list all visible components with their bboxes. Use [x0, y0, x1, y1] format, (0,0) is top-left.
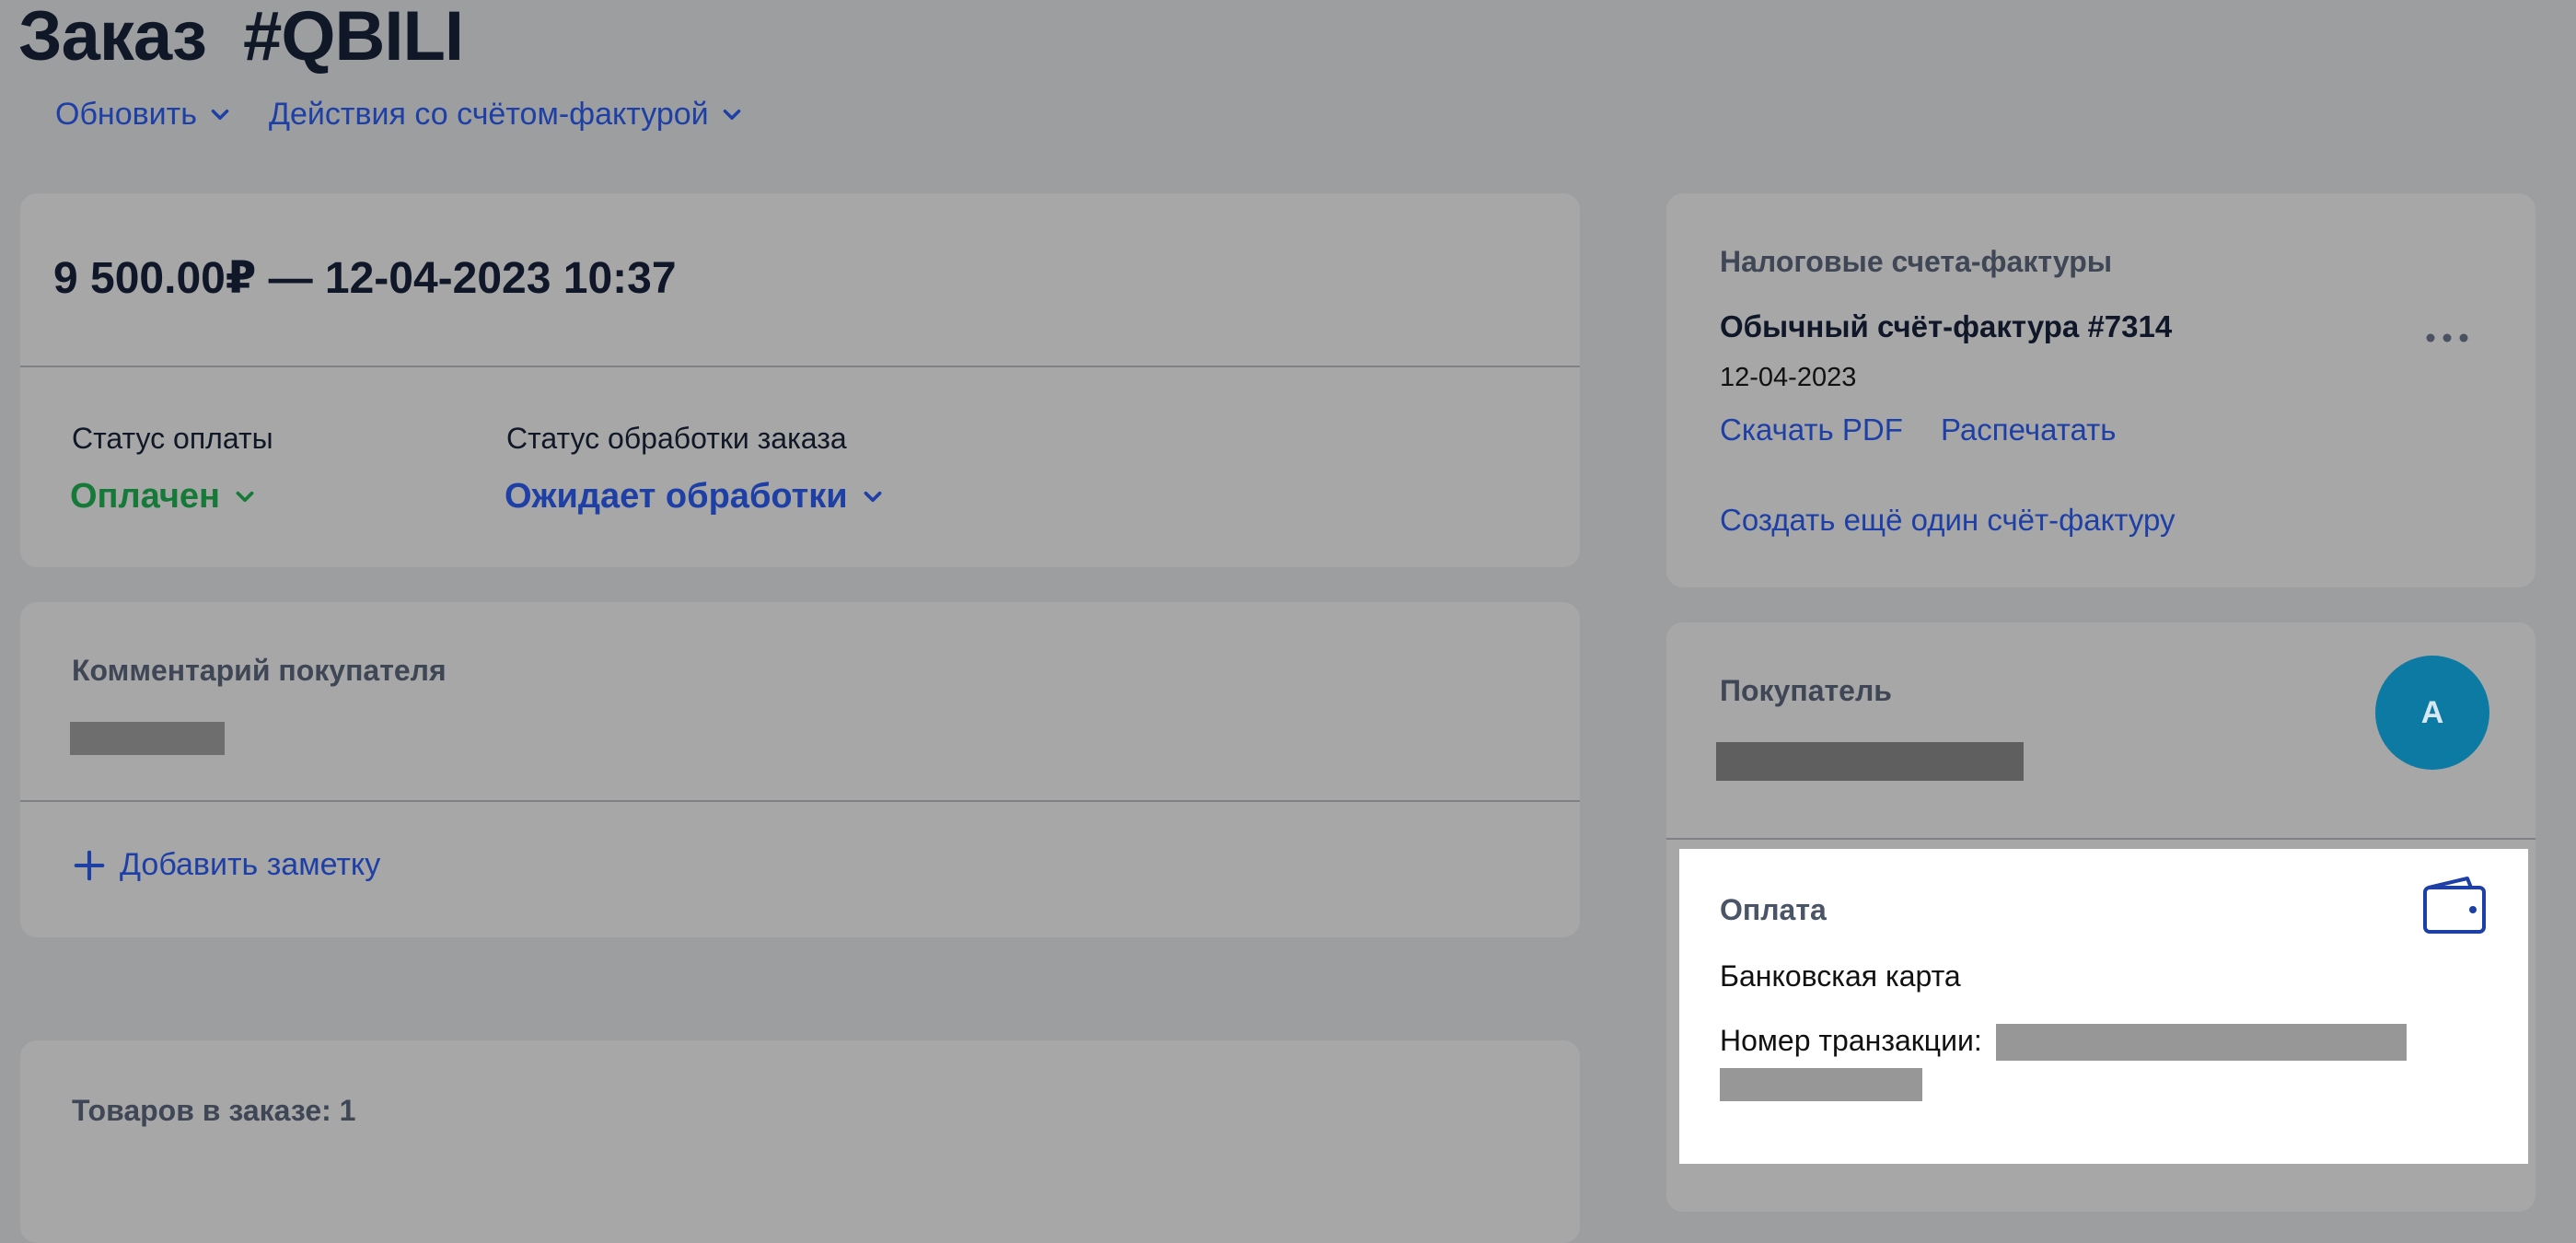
chevron-down-icon — [723, 109, 740, 120]
payment-status-dropdown[interactable]: Оплачен — [70, 477, 257, 517]
more-options-icon[interactable] — [2423, 324, 2471, 352]
invoice-actions-label: Действия со счётом-фактурой — [268, 97, 709, 132]
redacted-customer-name — [1716, 742, 2024, 781]
create-invoice-link[interactable]: Создать ещё один счёт-фактуру — [1720, 503, 2176, 538]
invoice-title: Обычный счёт-фактура #7314 — [1720, 309, 2173, 343]
chevron-down-icon — [211, 109, 229, 120]
redacted-transaction-id — [1996, 1024, 2407, 1061]
processing-status-value: Ожидает обработки — [505, 477, 848, 516]
order-items-card — [20, 1040, 1580, 1243]
invoice-actions-dropdown[interactable]: Действия со счётом-фактурой — [269, 97, 744, 133]
payment-status-label: Статус оплаты — [72, 422, 273, 455]
wallet-icon — [2423, 877, 2486, 934]
print-link[interactable]: Распечатать — [1941, 412, 2116, 447]
redacted-transaction-id-continued — [1720, 1068, 1922, 1101]
plus-icon — [74, 850, 105, 880]
items-count: Товаров в заказе: 1 — [72, 1094, 356, 1127]
refresh-label: Обновить — [55, 97, 197, 132]
payment-status-value: Оплачен — [70, 477, 220, 516]
chevron-down-icon — [236, 491, 254, 502]
divider — [20, 366, 1580, 367]
customer-heading: Покупатель — [1720, 674, 1892, 707]
page-title: Заказ #QBILI — [18, 0, 464, 76]
order-amount-date: 9 500.00₽ — 12-04-2023 10:37 — [53, 254, 677, 303]
processing-status-label: Статус обработки заказа — [506, 422, 847, 455]
payment-method: Банковская карта — [1720, 959, 1961, 993]
redacted-comment — [70, 722, 225, 755]
divider — [1666, 838, 2535, 840]
header-actions: Обновить Действия со счётом-фактурой — [55, 97, 744, 133]
invoice-date: 12-04-2023 — [1720, 363, 1857, 392]
comment-heading: Комментарий покупателя — [72, 654, 447, 687]
processing-status-dropdown[interactable]: Ожидает обработки — [505, 477, 885, 517]
divider — [20, 800, 1580, 802]
add-note-button[interactable]: Добавить заметку — [72, 847, 380, 883]
download-pdf-link[interactable]: Скачать PDF — [1720, 412, 1903, 447]
add-note-label: Добавить заметку — [120, 847, 381, 882]
customer-avatar[interactable]: A — [2375, 656, 2489, 770]
transaction-label: Номер транзакции: — [1720, 1024, 1982, 1057]
chevron-down-icon — [864, 491, 882, 502]
invoices-heading: Налоговые счета-фактуры — [1720, 245, 2113, 278]
payment-heading: Оплата — [1720, 893, 1827, 926]
refresh-dropdown[interactable]: Обновить — [55, 97, 232, 133]
comment-card — [20, 602, 1580, 937]
